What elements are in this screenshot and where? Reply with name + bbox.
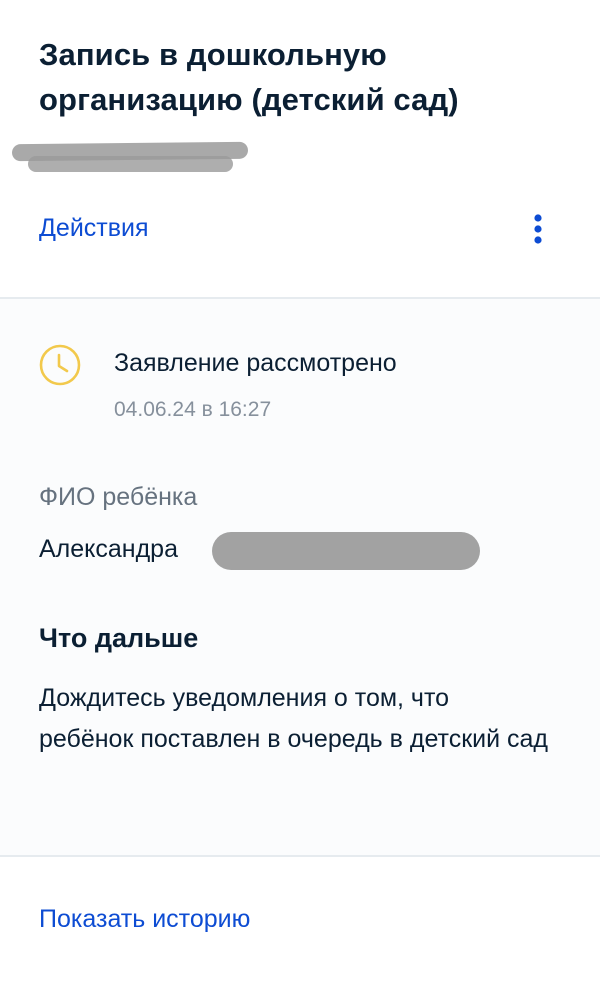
more-vertical-icon[interactable] [524, 210, 552, 250]
clock-icon [38, 343, 82, 387]
status-timestamp: 04.06.24 в 16:27 [114, 398, 272, 421]
page-title: Запись в дошкольную организацию (детский… [39, 37, 459, 117]
application-card: Запись в дошкольную организацию (детский… [0, 0, 600, 991]
child-name-label: ФИО ребёнка [39, 483, 198, 511]
card-body [0, 299, 600, 855]
redacted-subtitle-tail [28, 156, 233, 172]
next-steps-title: Что дальше [39, 623, 199, 653]
card-header: Запись в дошкольную организацию (детский… [0, 0, 600, 297]
child-name-value: Александра [39, 535, 178, 563]
show-history-link[interactable]: Показать историю [39, 903, 250, 935]
next-steps-text: Дождитесь уведомления о том, что ребёнок… [39, 684, 548, 753]
divider [0, 855, 600, 857]
actions-link[interactable]: Действия [39, 212, 149, 244]
status-title: Заявление рассмотрено [114, 349, 397, 377]
redacted-child-surname [212, 532, 480, 570]
